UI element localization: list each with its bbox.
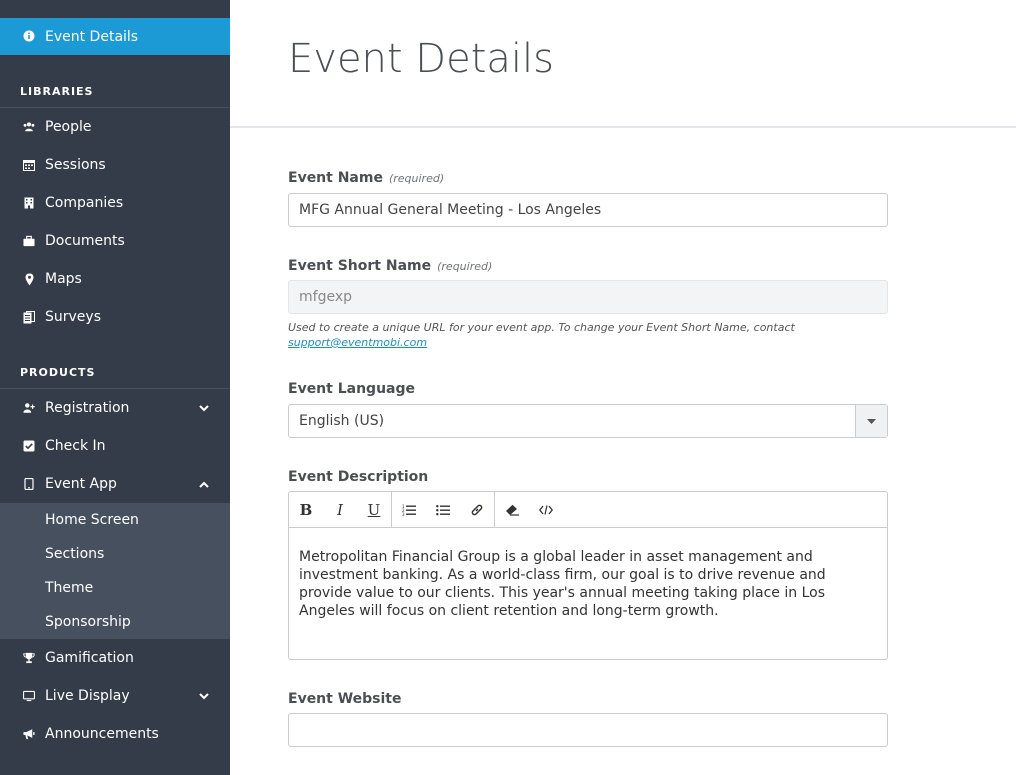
select-value: English (US) (299, 413, 385, 429)
user-plus-icon (23, 402, 35, 414)
code-icon (539, 504, 553, 515)
sidebar-item-surveys[interactable]: Surveys (0, 298, 230, 336)
check-square-icon (23, 440, 35, 452)
description-textarea[interactable]: Metropolitan Financial Group is a global… (289, 528, 887, 640)
briefcase-icon (23, 235, 35, 247)
help-text: Used to create a unique URL for your eve… (288, 321, 795, 334)
libraries-heading: LIBRARIES (20, 85, 94, 98)
sidebar-item-event-details[interactable]: Event Details (0, 18, 230, 55)
building-icon (23, 197, 35, 209)
input-value: mfgexp (299, 289, 352, 305)
event-app-submenu: Home Screen Sections Theme Sponsorship (0, 503, 230, 639)
people-icon (23, 121, 35, 133)
italic-button[interactable]: I (323, 492, 357, 528)
sidebar-item-label: Announcements (45, 726, 159, 742)
bullet-list-button[interactable] (426, 492, 460, 528)
products-heading: PRODUCTS (20, 366, 96, 379)
monitor-icon (23, 690, 35, 702)
field-label: Event Short Name (288, 258, 432, 274)
chevron-down-icon[interactable] (198, 402, 210, 414)
svg-text:3: 3 (402, 512, 405, 516)
event-website-label: Event Website (288, 691, 402, 707)
description-editor: B I U 123 Metropolitan Financial Group i… (288, 491, 888, 660)
required-note: (required) (388, 172, 445, 185)
sidebar-item-sessions[interactable]: Sessions (0, 146, 230, 184)
chevron-up-icon[interactable] (198, 478, 210, 490)
bullet-list-icon (436, 504, 450, 515)
field-label: Event Website (288, 691, 402, 707)
clear-format-button[interactable] (495, 492, 529, 528)
sidebar-item-announcements[interactable]: Announcements (0, 715, 230, 753)
underline-button[interactable]: U (357, 492, 391, 528)
calendar-icon (23, 159, 35, 171)
clipboard-icon (23, 310, 35, 323)
sidebar-item-label: Gamification (45, 650, 134, 666)
short-name-help-text: Used to create a unique URL for your eve… (288, 320, 888, 350)
event-language-select[interactable]: English (US) (288, 404, 888, 438)
sidebar-item-label: Registration (45, 400, 130, 416)
sidebar-item-label: Surveys (45, 309, 101, 325)
event-name-label: Event Name (required) (288, 170, 444, 186)
sidebar-item-documents[interactable]: Documents (0, 222, 230, 260)
tablet-icon (23, 478, 35, 490)
page-header: Event Details (230, 0, 1016, 128)
sidebar-item-check-in[interactable]: Check In (0, 427, 230, 465)
sidebar-item-label: People (45, 119, 92, 135)
sidebar-item-registration[interactable]: Registration (0, 389, 230, 427)
event-short-name-label: Event Short Name (required) (288, 258, 492, 274)
link-icon (471, 504, 483, 515)
event-short-name-input: mfgexp (288, 280, 888, 314)
sidebar-item-maps[interactable]: Maps (0, 260, 230, 298)
sidebar-item-event-app[interactable]: Event App (0, 465, 230, 503)
sidebar-item-label: Sessions (45, 157, 106, 173)
megaphone-icon (23, 728, 35, 740)
event-language-label: Event Language (288, 381, 415, 397)
event-name-input[interactable]: MFG Annual General Meeting - Los Angeles (288, 193, 888, 227)
link-button[interactable] (460, 492, 494, 528)
submenu-item-sponsorship[interactable]: Sponsorship (45, 605, 131, 639)
info-icon (23, 27, 35, 46)
field-label: Event Name (288, 170, 383, 186)
sidebar-item-label: Documents (45, 233, 125, 249)
sidebar-item-label: Companies (45, 195, 124, 211)
sidebar-item-label: Event Details (45, 28, 139, 45)
editor-toolbar: B I U 123 (289, 491, 887, 528)
submenu-item-sections[interactable]: Sections (45, 537, 104, 571)
chevron-down-icon[interactable] (198, 690, 210, 702)
map-pin-icon (23, 273, 35, 285)
ordered-list-icon: 123 (402, 504, 416, 516)
field-label: Event Description (288, 469, 429, 485)
sidebar-item-live-display[interactable]: Live Display (0, 677, 230, 715)
page-title: Event Details (288, 36, 554, 82)
sidebar-item-label: Maps (45, 271, 82, 287)
bold-button[interactable]: B (289, 492, 323, 528)
ordered-list-button[interactable]: 123 (392, 492, 426, 528)
sidebar: Event Details LIBRARIES People Sessions … (0, 0, 230, 775)
code-view-button[interactable] (529, 492, 563, 528)
field-label: Event Language (288, 381, 416, 397)
sidebar-item-gamification[interactable]: Gamification (0, 639, 230, 677)
required-note: (required) (437, 260, 493, 273)
sidebar-item-label: Live Display (45, 688, 130, 704)
input-value: MFG Annual General Meeting - Los Angeles (299, 202, 602, 218)
sidebar-item-label: Event App (45, 476, 117, 492)
sidebar-item-people[interactable]: People (0, 108, 230, 146)
submenu-item-theme[interactable]: Theme (45, 571, 93, 605)
submenu-item-home-screen[interactable]: Home Screen (45, 503, 139, 537)
event-description-label: Event Description (288, 469, 428, 485)
support-email-link[interactable]: support@eventmobi.com (288, 336, 427, 349)
sidebar-item-companies[interactable]: Companies (0, 184, 230, 222)
sidebar-item-label: Check In (45, 438, 106, 454)
caret-down-icon[interactable] (855, 405, 887, 437)
eraser-icon (505, 504, 519, 516)
trophy-icon (23, 652, 35, 664)
event-website-input[interactable] (288, 713, 888, 747)
